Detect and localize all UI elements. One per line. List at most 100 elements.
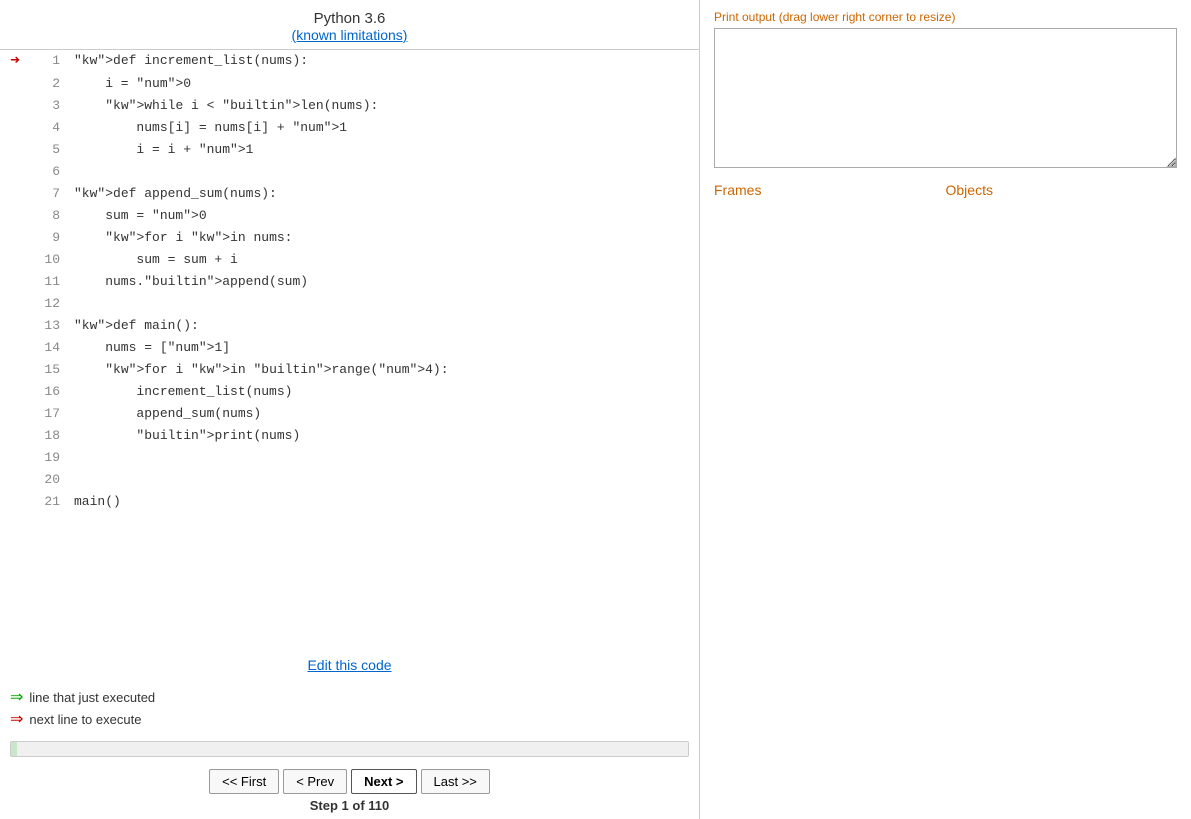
code-area: ➜1"kw">def increment_list(nums):2 i = "n… [0,50,699,649]
code-table: ➜1"kw">def increment_list(nums):2 i = "n… [0,50,699,513]
arrow-cell [0,293,30,315]
line-number: 6 [30,161,70,183]
code-line: nums."builtin">append(sum) [70,271,699,293]
table-row: 14 nums = ["num">1] [0,337,699,359]
arrow-cell [0,469,30,491]
objects-col: Objects [946,182,1178,204]
table-row: 18 "builtin">print(nums) [0,425,699,447]
objects-header: Objects [946,182,1178,198]
code-line: i = i + "num">1 [70,139,699,161]
frames-header: Frames [714,182,946,198]
line-number: 16 [30,381,70,403]
code-line: "builtin">print(nums) [70,425,699,447]
prev-button[interactable]: < Prev [283,769,347,794]
code-line: "kw">while i < "builtin">len(nums): [70,95,699,117]
arrow-cell [0,205,30,227]
progress-bar-fill [11,742,17,756]
edit-code-link[interactable]: Edit this code [307,657,391,673]
arrow-cell [0,117,30,139]
line-number: 4 [30,117,70,139]
arrow-cell [0,161,30,183]
table-row: 19 [0,447,699,469]
code-line: sum = sum + i [70,249,699,271]
known-limitations-link[interactable]: (known limitations) [292,27,408,43]
table-row: 20 [0,469,699,491]
line-number: 2 [30,73,70,95]
legend-green-text: line that just executed [29,690,155,705]
code-line: increment_list(nums) [70,381,699,403]
print-output-label: Print output (drag lower right corner to… [714,10,1177,24]
line-number: 11 [30,271,70,293]
code-scroll[interactable]: ➜1"kw">def increment_list(nums):2 i = "n… [0,50,699,620]
print-output-box[interactable] [714,28,1177,168]
step-label: Step 1 of 110 [0,798,699,819]
table-row: ➜1"kw">def increment_list(nums): [0,50,699,73]
progress-bar-bg[interactable] [10,741,689,757]
code-line: i = "num">0 [70,73,699,95]
header-title: Python 3.6 [0,10,699,27]
arrow-cell [0,359,30,381]
table-row: 4 nums[i] = nums[i] + "num">1 [0,117,699,139]
line-number: 12 [30,293,70,315]
arrow-cell [0,249,30,271]
line-number: 7 [30,183,70,205]
next-button[interactable]: Next > [351,769,416,794]
table-row: 2 i = "num">0 [0,73,699,95]
line-number: 5 [30,139,70,161]
line-number: 13 [30,315,70,337]
legend-red-item: ⇒ next line to execute [10,709,689,729]
table-row: 16 increment_list(nums) [0,381,699,403]
arrow-cell [0,271,30,293]
table-row: 15 "kw">for i "kw">in "builtin">range("n… [0,359,699,381]
header-area: Python 3.6 (known limitations) [0,0,699,50]
code-line [70,447,699,469]
table-row: 8 sum = "num">0 [0,205,699,227]
table-row: 5 i = i + "num">1 [0,139,699,161]
table-row: 3 "kw">while i < "builtin">len(nums): [0,95,699,117]
line-number: 10 [30,249,70,271]
arrow-cell [0,403,30,425]
next-line-arrow-icon: ➜ [10,52,20,70]
table-row: 13"kw">def main(): [0,315,699,337]
line-number: 20 [30,469,70,491]
last-button[interactable]: Last >> [421,769,490,794]
code-line [70,161,699,183]
line-number: 14 [30,337,70,359]
line-number: 15 [30,359,70,381]
frames-objects-area: Frames Objects [714,182,1177,204]
code-line: sum = "num">0 [70,205,699,227]
table-row: 6 [0,161,699,183]
nav-area: << First < Prev Next > Last >> [0,761,699,798]
legend-area: ⇒ line that just executed ⇒ next line to… [0,681,699,737]
frames-col: Frames [714,182,946,204]
arrow-cell [0,73,30,95]
table-row: 7"kw">def append_sum(nums): [0,183,699,205]
main-container: Python 3.6 (known limitations) ➜ 1 "kw">de… [0,0,1191,819]
green-arrow-icon: ⇒ [10,687,23,707]
line-number: 3 [30,95,70,117]
right-panel: Print output (drag lower right corner to… [700,0,1191,819]
code-line: "kw">def main(): [70,315,699,337]
arrow-cell [0,447,30,469]
table-row: 10 sum = sum + i [0,249,699,271]
arrow-cell [0,227,30,249]
legend-green-item: ⇒ line that just executed [10,687,689,707]
legend-red-text: next line to execute [29,712,141,727]
code-line: append_sum(nums) [70,403,699,425]
arrow-cell [0,337,30,359]
arrow-cell [0,183,30,205]
arrow-cell [0,139,30,161]
code-line [70,293,699,315]
code-line [70,469,699,491]
first-button[interactable]: << First [209,769,279,794]
code-line: nums[i] = nums[i] + "num">1 [70,117,699,139]
line-number: 1 [30,50,70,73]
line-number: 19 [30,447,70,469]
line-number: 8 [30,205,70,227]
table-row: 21main() [0,491,699,513]
arrow-cell [0,491,30,513]
left-panel: Python 3.6 (known limitations) ➜ 1 "kw">de… [0,0,700,819]
resize-handle-icon[interactable] [1166,157,1176,167]
edit-link-area: Edit this code [0,649,699,681]
line-number: 9 [30,227,70,249]
